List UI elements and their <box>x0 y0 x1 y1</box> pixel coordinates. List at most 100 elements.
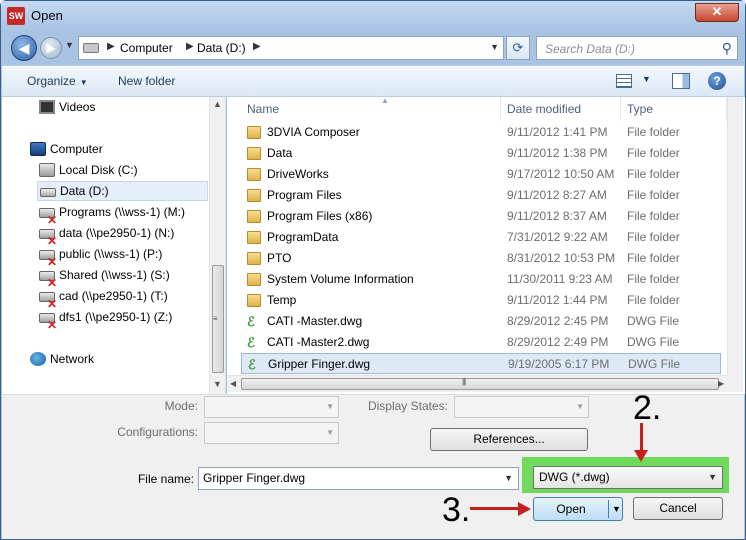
scrollbar-corner <box>727 375 743 392</box>
file-name: ProgramData <box>267 230 339 244</box>
search-input[interactable]: Search Data (D:) <box>545 42 635 56</box>
file-row-selected[interactable]: ℰ Gripper Finger.dwg 9/19/2005 6:17 PM D… <box>241 353 721 374</box>
column-header-name[interactable]: Name ▲ <box>241 97 501 121</box>
dwg-file-icon: ℰ <box>247 335 255 350</box>
split-divider <box>608 500 609 518</box>
scroll-left-icon[interactable]: ◀ <box>230 379 236 388</box>
chevron-down-icon[interactable]: ▼ <box>504 468 513 489</box>
file-name: Program Files (x86) <box>267 209 373 223</box>
file-type: File folder <box>627 125 680 139</box>
sidebar-item-label: Network <box>50 352 95 366</box>
file-row[interactable]: System Volume Information 11/30/2011 9:2… <box>241 269 721 290</box>
file-row[interactable]: ProgramData 7/31/2012 9:22 AM File folde… <box>241 227 721 248</box>
sidebar-item-videos[interactable]: Videos <box>39 97 225 117</box>
folder-icon <box>247 168 261 181</box>
recent-locations-dropdown[interactable]: ▼ <box>65 40 74 50</box>
network-drive-disconnected-icon: ✕ <box>39 208 57 226</box>
file-date: 11/30/2011 9:23 AM <box>507 272 613 286</box>
close-button[interactable]: ✕ <box>695 3 739 22</box>
chevron-right-icon[interactable]: ▶ <box>107 41 115 52</box>
file-type: File folder <box>627 209 680 223</box>
scroll-up-icon[interactable]: ▲ <box>213 99 222 109</box>
file-name: Temp <box>267 293 297 307</box>
cancel-button[interactable]: Cancel <box>633 497 723 520</box>
solidworks-app-icon: SW <box>7 7 25 25</box>
file-row[interactable]: ℰ CATI -Master2.dwg 8/29/2012 2:49 PM DW… <box>241 332 721 353</box>
sidebar-item-label: Data (D:) <box>60 184 109 198</box>
scroll-right-icon[interactable]: ▶ <box>718 379 724 388</box>
file-name-value: Gripper Finger.dwg <box>203 471 306 485</box>
open-button[interactable]: Open ▼ <box>533 497 623 521</box>
open-options-dropdown[interactable]: ▼ <box>612 498 621 520</box>
sidebar-item-public-p[interactable]: ✕ public (\\wss-1) (P:) <box>39 244 225 268</box>
sidebar-item-cad-t[interactable]: ✕ cad (\\pe2950-1) (T:) <box>39 286 225 310</box>
dialog-title: Open <box>31 8 63 23</box>
address-dropdown[interactable]: ▼ <box>490 42 499 52</box>
forward-button[interactable]: ▶ <box>40 37 62 59</box>
file-row[interactable]: ℰ CATI -Master.dwg 8/29/2012 2:45 PM DWG… <box>241 311 721 332</box>
column-header-type[interactable]: Type <box>621 97 727 121</box>
folder-icon <box>247 210 261 223</box>
chevron-right-icon[interactable]: ▶ <box>253 41 261 52</box>
file-date: 8/29/2012 2:45 PM <box>507 314 609 328</box>
organize-button[interactable]: Organize ▼ <box>27 74 88 88</box>
references-button[interactable]: References... <box>430 428 588 451</box>
step-2-arrow-head-icon <box>634 450 648 462</box>
file-row[interactable]: Temp 9/11/2012 1:44 PM File folder <box>241 290 721 311</box>
sidebar-item-data-d[interactable]: Data (D:) <box>37 181 208 201</box>
network-drive-disconnected-icon: ✕ <box>39 292 57 310</box>
file-row[interactable]: Program Files (x86) 9/11/2012 8:37 AM Fi… <box>241 206 721 227</box>
file-type-select[interactable]: DWG (*.dwg) ▼ <box>533 466 723 489</box>
breadcrumb-computer[interactable]: Computer <box>120 41 173 55</box>
display-states-select[interactable]: ▼ <box>454 396 589 418</box>
search-box[interactable]: Search Data (D:) ⚲ <box>536 36 738 60</box>
command-toolbar: Organize ▼ New folder ▼ ? <box>2 65 744 97</box>
file-name-input[interactable]: Gripper Finger.dwg ▼ <box>198 467 519 490</box>
sidebar-item-label: Videos <box>59 100 96 114</box>
sidebar-item-label: dfs1 (\\pe2950-1) (Z:) <box>59 310 173 324</box>
file-date: 9/19/2005 6:17 PM <box>508 357 610 371</box>
scroll-down-icon[interactable]: ▼ <box>213 379 222 389</box>
step-3-annotation: 3. <box>442 491 471 529</box>
column-header-date[interactable]: Date modified <box>501 97 621 121</box>
refresh-button[interactable]: ⟳ <box>506 36 530 60</box>
mode-select[interactable]: ▼ <box>204 396 339 418</box>
file-type: DWG File <box>628 357 680 371</box>
file-row[interactable]: 3DVIA Composer 9/11/2012 1:41 PM File fo… <box>241 122 721 143</box>
file-row[interactable]: PTO 8/31/2012 10:53 PM File folder <box>241 248 721 269</box>
sidebar-item-dfs1-z[interactable]: ✕ dfs1 (\\pe2950-1) (Z:) <box>39 307 225 331</box>
file-row[interactable]: DriveWorks 9/17/2012 10:50 AM File folde… <box>241 164 721 185</box>
sidebar-item-computer[interactable]: Computer <box>30 139 225 159</box>
file-type: File folder <box>627 188 680 202</box>
configurations-select[interactable]: ▼ <box>204 422 339 444</box>
address-bar[interactable]: ▶ Computer ▶ Data (D:) ▶ ▼ <box>78 36 504 60</box>
sidebar-item-network[interactable]: Network <box>30 349 225 369</box>
preview-pane-icon[interactable] <box>672 73 690 89</box>
help-icon[interactable]: ? <box>708 72 726 90</box>
dwg-file-icon: ℰ <box>247 314 255 329</box>
file-row[interactable]: Data 9/11/2012 1:38 PM File folder <box>241 143 721 164</box>
file-row[interactable]: Program Files 9/11/2012 8:27 AM File fol… <box>241 185 721 206</box>
forward-arrow-icon: ▶ <box>46 41 56 55</box>
network-drive-disconnected-icon: ✕ <box>39 229 57 247</box>
view-options-dropdown[interactable]: ▼ <box>642 74 651 84</box>
chevron-right-icon[interactable]: ▶ <box>186 41 194 52</box>
new-folder-button[interactable]: New folder <box>118 74 175 88</box>
file-list: Name ▲ Date modified Type 3DVIA Composer… <box>227 97 745 394</box>
breadcrumb-data-drive[interactable]: Data (D:) <box>197 41 246 55</box>
back-arrow-icon: ◀ <box>18 40 30 56</box>
chevron-down-icon: ▼ <box>326 428 334 437</box>
grip-icon: ≡ <box>213 314 218 323</box>
sidebar-item-programs-m[interactable]: ✕ Programs (\\wss-1) (M:) <box>39 202 225 226</box>
search-icon[interactable]: ⚲ <box>722 40 732 57</box>
sidebar-item-local-disk-c[interactable]: Local Disk (C:) <box>39 160 225 180</box>
sidebar-item-shared-s[interactable]: ✕ Shared (\\wss-1) (S:) <box>39 265 225 289</box>
back-button[interactable]: ◀ <box>11 35 37 61</box>
file-list-vertical-scrollbar[interactable] <box>727 97 743 375</box>
change-view-icon[interactable] <box>616 74 632 88</box>
sidebar-item-data-n[interactable]: ✕ data (\\pe2950-1) (N:) <box>39 223 225 247</box>
file-type: File folder <box>627 146 680 160</box>
file-date: 7/31/2012 9:22 AM <box>507 230 608 244</box>
file-name: Data <box>267 146 293 160</box>
sidebar-scrollbar[interactable]: ▲ ≡ ▼ <box>209 97 225 394</box>
